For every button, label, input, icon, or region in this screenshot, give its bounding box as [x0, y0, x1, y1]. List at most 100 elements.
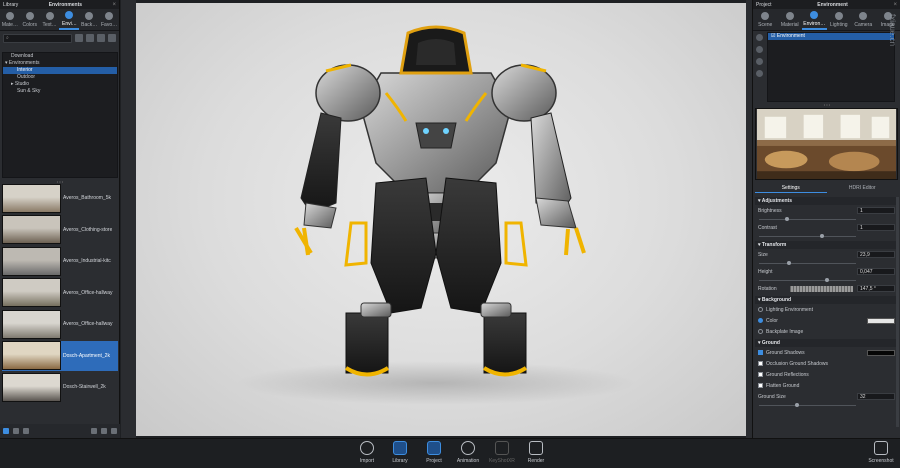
radio-icon[interactable]	[758, 318, 763, 323]
grid-view-icon[interactable]	[108, 34, 117, 42]
tree-item[interactable]: Interior	[3, 67, 117, 74]
render-button[interactable]: Render	[521, 441, 551, 468]
project-button[interactable]: Project	[419, 441, 449, 468]
library-tabs: Mate… Colors Text… Envi… Back… Favo…	[0, 9, 119, 31]
occlusion-shadows-row[interactable]: Occlusion Ground Shadows	[755, 358, 898, 369]
checkbox-icon[interactable]	[758, 383, 763, 388]
environment-icon	[65, 10, 74, 19]
bg-option-color[interactable]: Color	[755, 315, 898, 326]
subtab-hdri-editor[interactable]: HDRI Editor	[827, 183, 899, 193]
tab-environments[interactable]: Envi…	[59, 9, 80, 30]
search-input[interactable]: ⌕	[3, 33, 73, 43]
environment-thumbnail[interactable]: Averos_Office-hallway	[2, 278, 118, 308]
slider-knob[interactable]	[820, 234, 824, 238]
watermark-text: fxiaue.cn	[888, 14, 897, 47]
zoom-icon[interactable]	[101, 428, 107, 434]
copy-icon[interactable]	[756, 58, 763, 65]
project-panel-title: Environment	[817, 1, 848, 8]
folder-icon[interactable]	[86, 34, 95, 42]
subtab-settings[interactable]: Settings	[755, 183, 827, 193]
contrast-slider[interactable]	[755, 233, 898, 239]
tab-backplates[interactable]: Back…	[79, 9, 99, 30]
bg-option-lighting[interactable]: Lighting Environment	[755, 304, 898, 315]
tab-colors[interactable]: Colors	[20, 9, 40, 30]
close-icon[interactable]: ×	[112, 2, 116, 8]
slider-knob[interactable]	[785, 217, 789, 221]
material-icon	[5, 11, 14, 20]
radio-icon[interactable]	[758, 329, 763, 334]
section-ground[interactable]: ▾ Ground	[755, 339, 898, 347]
texture-icon	[45, 11, 54, 20]
scrollbar[interactable]	[896, 197, 899, 427]
brightness-field[interactable]: 1	[857, 207, 895, 214]
tab-environment[interactable]: Environ…	[802, 9, 827, 30]
rotation-dial[interactable]	[790, 285, 853, 292]
tab-lighting[interactable]: Lighting	[827, 9, 852, 30]
settings-icon[interactable]	[111, 428, 117, 434]
tab-scene[interactable]: Scene	[753, 9, 778, 30]
ground-shadows-row[interactable]: Ground Shadows	[755, 347, 898, 358]
section-transform[interactable]: ▾ Transform	[755, 241, 898, 249]
environment-thumbnail[interactable]: Dosch-Apartment_2k	[2, 340, 118, 371]
tree-item[interactable]: ▸ Studio	[3, 81, 117, 88]
flatten-ground-row[interactable]: Flatten Ground	[755, 380, 898, 391]
tab-camera[interactable]: Camera	[851, 9, 876, 30]
thumbnail-label: Dosch-Stairwell_2k	[63, 384, 106, 390]
section-adjustments[interactable]: ▾ Adjustments	[755, 197, 898, 205]
delete-icon[interactable]	[756, 70, 763, 77]
height-field[interactable]: 0,047	[857, 268, 895, 275]
tree-item[interactable]: Sun & Sky	[3, 88, 117, 95]
add-icon[interactable]	[756, 34, 763, 41]
lighting-icon	[834, 11, 843, 20]
library-button[interactable]: Library	[385, 441, 415, 468]
environment-thumbnail[interactable]: Dosch-Stairwell_2k	[2, 372, 118, 402]
list-icon[interactable]	[13, 428, 19, 434]
checkbox-icon[interactable]	[758, 361, 763, 366]
close-icon[interactable]: ×	[893, 2, 897, 8]
ground-size-field[interactable]: 32	[857, 393, 895, 400]
environment-thumbnail[interactable]: Averos_Office-hallway	[2, 309, 118, 339]
slider-knob[interactable]	[825, 278, 829, 282]
render-viewport[interactable]	[136, 3, 746, 436]
rotation-field[interactable]: 147,5 °	[857, 285, 895, 292]
radio-icon[interactable]	[758, 307, 763, 312]
section-background[interactable]: ▾ Background	[755, 296, 898, 304]
environment-thumbnail[interactable]: Averos_Industrial-kitc	[2, 246, 118, 276]
tab-materials[interactable]: Mate…	[0, 9, 20, 30]
refresh-icon[interactable]	[91, 428, 97, 434]
splitter-handle[interactable]: • • •	[753, 103, 900, 107]
contrast-field[interactable]: 1	[857, 224, 895, 231]
tab-favorites[interactable]: Favo…	[99, 9, 119, 30]
background-color-swatch[interactable]	[867, 317, 895, 324]
tab-textures[interactable]: Text…	[40, 9, 60, 30]
screenshot-button[interactable]: Screenshot	[866, 441, 896, 468]
hdri-preview[interactable]	[755, 108, 898, 180]
bg-option-backplate[interactable]: Backplate Image	[755, 326, 898, 337]
hdri-thumbnail-image	[2, 278, 61, 307]
slider-knob[interactable]	[787, 261, 791, 265]
checkbox-icon[interactable]	[758, 372, 763, 377]
environment-thumbnail[interactable]: Averos_Bathroom_5k	[2, 183, 118, 213]
animation-button[interactable]: Animation	[453, 441, 483, 468]
thumbnail-label: Dosch-Apartment_2k	[63, 352, 110, 359]
list-view-icon[interactable]	[97, 34, 106, 42]
import-icon[interactable]	[75, 34, 84, 42]
keyshotxr-button[interactable]: KeyShotXR	[487, 441, 517, 468]
environment-thumbnail[interactable]: Averos_Clothing-store	[2, 215, 118, 245]
shadow-color-swatch[interactable]	[867, 349, 895, 356]
tree-item[interactable]: Outdoor	[3, 74, 117, 81]
search-icon[interactable]	[23, 428, 29, 434]
tab-material[interactable]: Material	[778, 9, 803, 30]
import-button[interactable]: Import	[352, 441, 382, 468]
ground-size-slider[interactable]	[755, 402, 898, 408]
environment-list-item[interactable]: ☑ Environment	[768, 33, 894, 40]
tree-item[interactable]: Download	[3, 53, 117, 60]
checkbox-icon[interactable]	[758, 350, 763, 355]
tree-item[interactable]: ▾ Environments	[3, 60, 117, 67]
ground-reflections-row[interactable]: Ground Reflections	[755, 369, 898, 380]
duplicate-icon[interactable]	[756, 46, 763, 53]
environment-toolbar	[756, 34, 764, 82]
grid-icon[interactable]	[3, 428, 9, 434]
slider-knob[interactable]	[795, 403, 799, 407]
size-field[interactable]: 23,9	[857, 251, 895, 258]
